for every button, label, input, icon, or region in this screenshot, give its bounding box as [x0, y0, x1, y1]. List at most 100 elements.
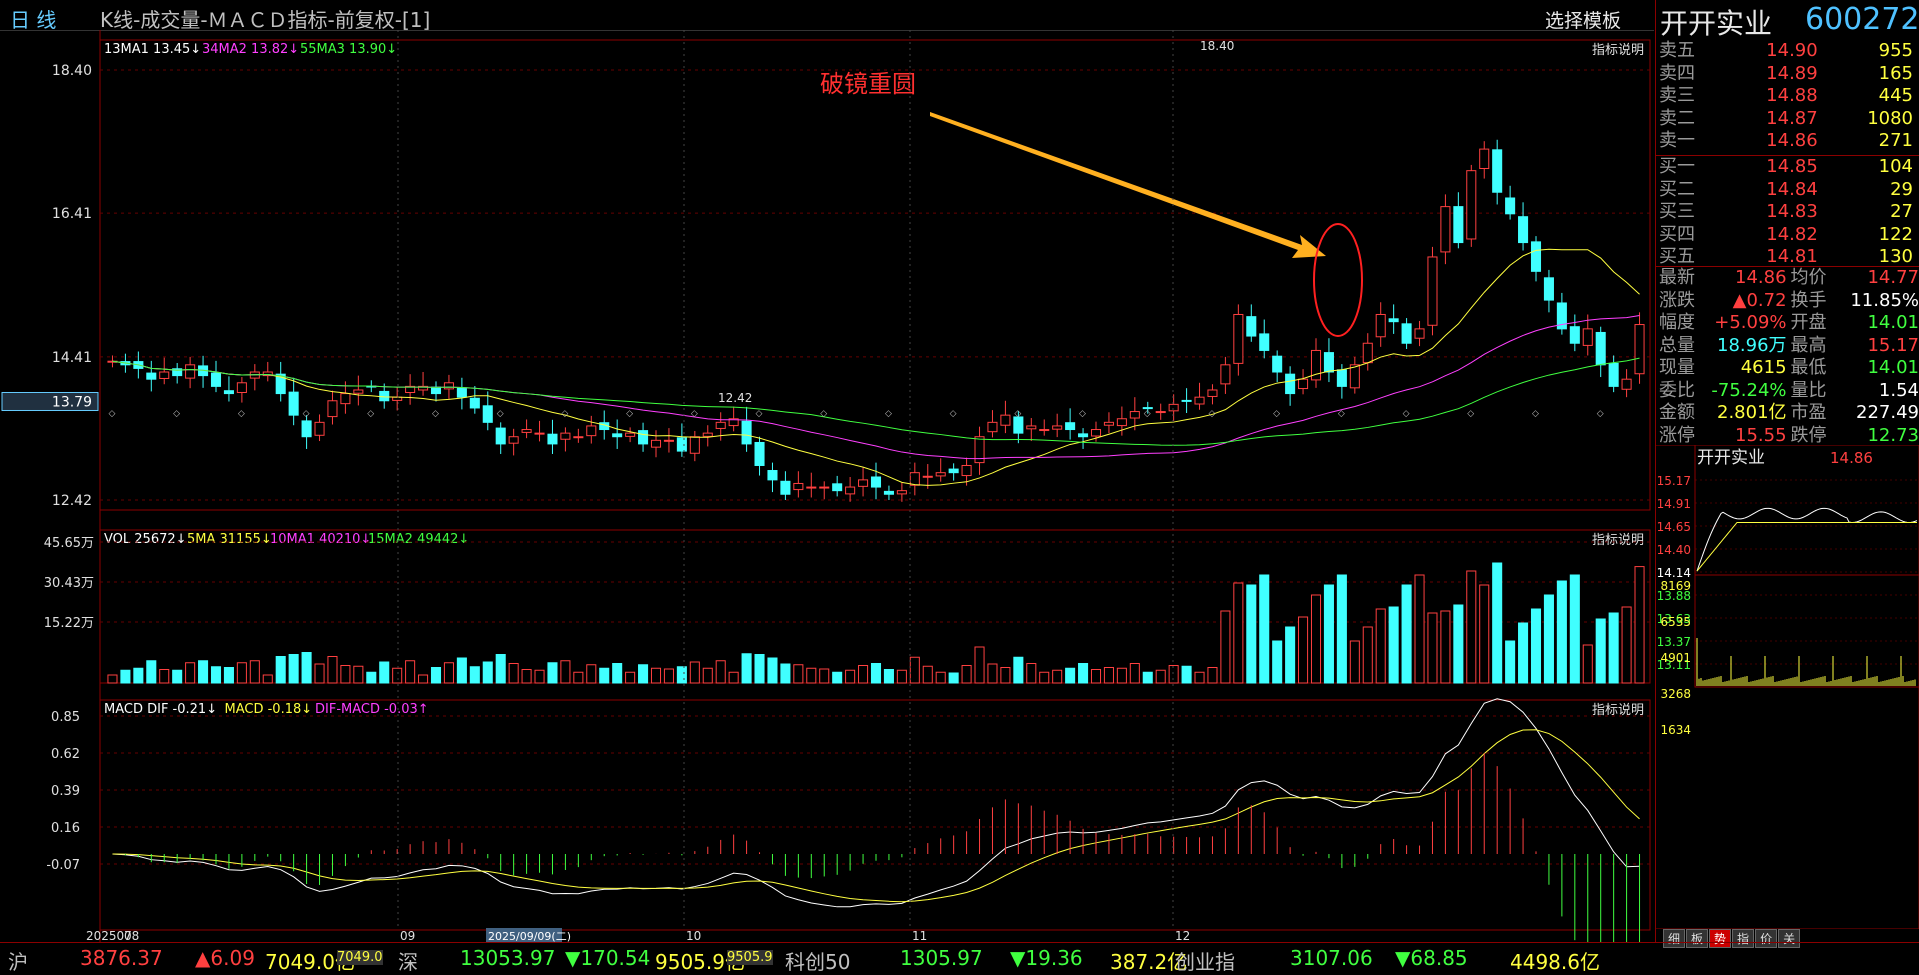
volume-bar	[1116, 667, 1127, 684]
volume-bar	[1621, 606, 1632, 684]
volume-bar	[521, 669, 532, 684]
bid-row[interactable]: 买二 14.84 29	[1655, 179, 1919, 202]
candle-body	[1103, 421, 1114, 426]
stat-label: 跌停	[1790, 424, 1827, 446]
volume-bar	[146, 660, 157, 684]
candle-body	[1272, 355, 1283, 373]
book-price: 14.83	[1766, 201, 1818, 222]
index-name[interactable]: 深	[398, 946, 418, 975]
macd-legend-item: MACD -0.18↓	[225, 702, 313, 717]
ask-row[interactable]: 卖一 14.86 271	[1655, 130, 1919, 153]
chart-title: K线-成交量-ＭＡＣＤ指标-前复权-[1]	[100, 8, 431, 32]
candle-body	[935, 472, 946, 477]
stat-row: 最新 14.86 均价 14.77	[1655, 267, 1919, 290]
volume-bar	[1427, 612, 1438, 684]
book-price: 14.84	[1766, 178, 1818, 200]
bid-row[interactable]: 买一 14.85 104	[1655, 156, 1919, 179]
cursor-price: 13.79	[52, 394, 92, 410]
candle-body	[870, 476, 882, 488]
candle-body	[210, 372, 222, 387]
volume-bar	[262, 674, 273, 684]
stat-label: 总量	[1659, 334, 1695, 356]
volume-ytick: 30.43万	[44, 576, 94, 591]
candle-body	[469, 397, 480, 409]
candle-body	[1608, 362, 1619, 387]
index-name[interactable]: 科创50	[785, 946, 850, 975]
ask-row[interactable]: 卖三 14.88 445	[1655, 85, 1919, 108]
volume-bar	[1246, 584, 1257, 684]
index-value: 13053.97	[460, 946, 556, 970]
candle-body	[1349, 364, 1360, 389]
volume-bar	[1453, 604, 1464, 684]
candle-body	[1427, 256, 1438, 326]
volume-bar	[482, 661, 493, 684]
volume-bar	[922, 665, 933, 684]
candle-body	[1026, 425, 1037, 430]
volume-bar	[1595, 618, 1606, 684]
book-level-label: 买四	[1659, 223, 1695, 245]
volume-bar	[1129, 663, 1140, 684]
candle-body	[650, 439, 662, 448]
book-price: 14.90	[1766, 40, 1818, 61]
candle-body	[1207, 389, 1218, 397]
index-name[interactable]: 创业指	[1175, 946, 1235, 975]
stat-value: 18.96万	[1717, 334, 1787, 356]
candle-body	[1259, 333, 1270, 351]
stock-chart[interactable]: 18.40 16.41 14.41 12.42 13.79 13MA1 13.45↓ 34M…	[0, 30, 1654, 974]
volume-bar	[1207, 667, 1218, 684]
stat-label: 量比	[1790, 379, 1827, 401]
candle-body	[702, 432, 713, 437]
volume-bar	[547, 662, 558, 684]
intraday-vol-tick: 1634	[1660, 723, 1691, 737]
index-change: ▼19.36	[1010, 946, 1083, 970]
period-selector[interactable]: 日 线	[10, 4, 56, 33]
candle-body	[922, 475, 933, 478]
book-volume: 27	[1890, 201, 1913, 222]
volume-bar	[1259, 574, 1270, 684]
signal-diamond: ◇	[626, 409, 633, 419]
high-price-mark: 18.40	[1200, 39, 1234, 53]
volume-bar	[534, 669, 545, 684]
template-select-button[interactable]: 选择模板	[1545, 6, 1621, 33]
volume-bar	[599, 667, 610, 684]
ask-row[interactable]: 卖五 14.90 955	[1655, 40, 1919, 63]
chart-area[interactable]: 18.40 16.41 14.41 12.42 13.79 13MA1 13.45↓ 34M…	[0, 30, 1654, 974]
book-level-label: 买三	[1659, 201, 1695, 222]
candle-body	[301, 420, 312, 438]
stat-row: 涨跌 ▲0.72 换手 11.85%	[1655, 290, 1919, 313]
volume-ytick: 45.65万	[44, 536, 94, 551]
volume-bar	[1220, 610, 1231, 684]
volume-bar	[418, 674, 429, 684]
signal-diamond: ◇	[1144, 409, 1151, 419]
index-change: ▼170.54	[565, 946, 651, 970]
candle-body	[741, 420, 752, 445]
macd-dif-line	[112, 698, 1640, 908]
intraday-chart[interactable]: 开开实业 14.8615.1714.9114.6514.4014.1413.881…	[1655, 445, 1919, 929]
stat-value: 14.01	[1867, 357, 1919, 378]
candle-body	[1492, 149, 1503, 193]
book-level-label: 卖二	[1659, 107, 1695, 129]
volume-bar	[1608, 612, 1619, 684]
candle-body	[948, 468, 959, 474]
macd-dea-line	[112, 729, 1640, 903]
candle-body	[806, 486, 817, 489]
bid-row[interactable]: 买四 14.82 122	[1655, 224, 1919, 247]
bid-row[interactable]: 买三 14.83 27	[1655, 201, 1919, 224]
candle-body	[508, 436, 519, 444]
candle-body	[1129, 411, 1140, 419]
stat-value: 2.801亿	[1717, 402, 1787, 423]
candle-body	[1039, 429, 1050, 432]
ask-row[interactable]: 卖四 14.89 165	[1655, 63, 1919, 86]
macd-ytick: 0.16	[51, 821, 80, 836]
ma13-line	[112, 248, 1640, 486]
index-value: 3876.37	[80, 946, 163, 970]
candle-body	[1466, 170, 1477, 240]
ask-row[interactable]: 卖二 14.87 1080	[1655, 108, 1919, 131]
candle-body	[1414, 328, 1425, 339]
candle-body	[883, 490, 894, 495]
intraday-ytick: 14.91	[1657, 497, 1691, 511]
book-level-label: 买一	[1659, 156, 1695, 177]
index-name[interactable]: 沪	[8, 946, 28, 975]
intraday-ytick: 14.40	[1657, 543, 1691, 557]
intraday-vol-frame	[1694, 574, 1919, 688]
